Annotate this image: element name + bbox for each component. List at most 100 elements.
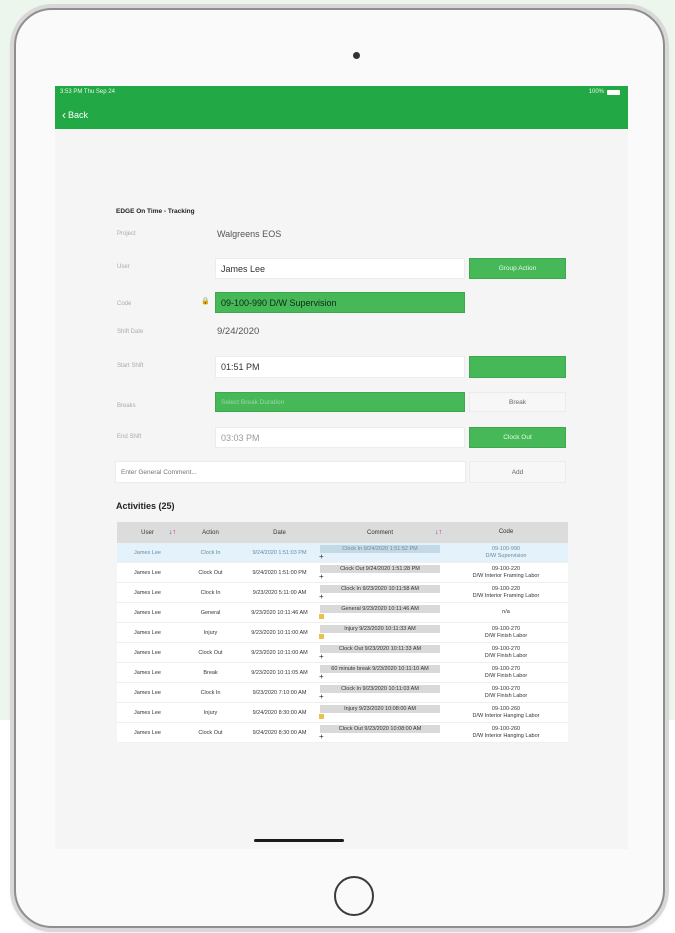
cell-code: 09-100-270 D/W Finish Labor [444,623,568,642]
cell-action: Clock In [200,549,221,556]
comment-text[interactable]: Clock In 9/23/2020 10:11:58 AM [320,585,440,593]
table-row[interactable]: James Lee Injury 9/23/2020 10:11:00 AM Inju… [117,623,568,643]
home-button[interactable] [334,876,374,916]
column-action[interactable]: Action [178,522,243,543]
cell-date: 9/23/2020 5:11:00 AM [252,589,307,596]
start-shift-field[interactable]: 01:51 PM [215,356,465,378]
code-description: D/W Finish Labor [484,672,528,679]
comment-text[interactable]: Clock In 9/23/2020 10:11:03 AM [320,685,440,693]
cell-comment: Clock In 9/24/2020 1:51:52 PM + [316,543,444,562]
cell-user: James Lee [134,569,161,576]
code-label: Code [117,301,132,307]
plus-icon[interactable]: + [319,733,324,741]
table-row[interactable]: James Lee Break 9/23/2020 10:11:05 AM 60 mi… [117,663,568,683]
plus-icon[interactable]: + [319,553,324,561]
chevron-left-icon: ‹ [62,107,66,122]
user-field[interactable]: James Lee [215,258,465,279]
general-comment-input[interactable] [115,461,466,483]
code-select[interactable]: 09-100-990 D/W Supervision [215,292,465,313]
cell-date: 9/24/2020 1:51:03 PM [252,549,307,556]
table-row[interactable]: James Lee Clock In 9/23/2020 5:11:00 AM Clo… [117,583,568,603]
cell-action: Break [203,669,218,676]
code-number: 09-100-220 [491,585,521,592]
comment-text[interactable]: Clock Out 9/24/2020 1:51:28 PM [320,565,440,573]
code-number: 09-100-270 [491,625,521,632]
activities-table: User ↓↑ Action Date Comment ↓↑ Code James … [117,522,568,743]
plus-icon[interactable]: + [319,693,324,701]
comment-text[interactable]: Injury 9/23/2020 10:11:33 AM [320,625,440,633]
cell-action: Clock Out [198,729,223,736]
comment-text[interactable]: Clock Out 9/23/2020 10:08:00 AM [320,725,440,733]
table-row[interactable]: James Lee Clock Out 9/24/2020 8:30:00 AM Cl… [117,723,568,743]
code-number: n/a [502,609,510,615]
table-row[interactable]: James Lee Clock Out 9/23/2020 10:11:00 AM C… [117,643,568,663]
table-row[interactable]: James Lee Clock Out 9/24/2020 1:51:00 PM Cl… [117,563,568,583]
plus-icon[interactable]: + [319,653,324,661]
cell-date: 9/23/2020 10:11:46 AM [251,609,308,616]
plus-icon[interactable]: + [319,573,324,581]
user-label: User [117,264,130,270]
battery-icon [607,89,620,95]
cell-date: 9/24/2020 8:30:00 AM [252,729,307,736]
code-description: D/W Interior Hanging Labor [472,732,540,739]
column-date[interactable]: Date [243,522,316,543]
plus-icon[interactable]: + [319,593,324,601]
table-row[interactable]: James Lee Clock In 9/23/2020 7:10:00 AM Clo… [117,683,568,703]
column-code[interactable]: Code [444,522,568,543]
table-row[interactable]: James Lee Clock In 9/24/2020 1:51:03 PM Clo… [117,543,568,563]
comment-text[interactable]: Injury 9/23/2020 10:08:00 AM [320,705,440,713]
cell-comment: Clock Out 9/23/2020 10:08:00 AM + [316,723,444,742]
user-value: James Lee [221,263,266,274]
end-shift-field[interactable]: 03:03 PM [215,427,465,448]
code-value: 09-100-990 D/W Supervision [221,297,337,308]
plus-icon[interactable]: + [319,673,324,681]
cell-date: 9/24/2020 1:51:00 PM [252,569,307,576]
breaks-select[interactable]: Select Break Duration [215,392,465,412]
code-number: 09-100-220 [491,565,521,572]
cell-comment: Clock In 9/23/2020 10:11:03 AM + [316,683,444,702]
start-shift-button[interactable] [469,356,566,378]
code-number: 09-100-260 [491,725,521,732]
table-row[interactable]: James Lee Injury 9/24/2020 8:30:00 AM Injur… [117,703,568,723]
cell-code: 09-100-270 D/W Finish Labor [444,663,568,682]
start-shift-label: Start Shift [117,363,144,369]
code-number: 09-100-270 [491,645,521,652]
cell-comment: Clock Out 9/24/2020 1:51:28 PM + [316,563,444,582]
cell-action: Injury [203,709,218,716]
comment-text[interactable]: Clock Out 9/23/2020 10:11:33 AM [320,645,440,653]
group-action-button[interactable]: Group Action [469,258,566,279]
table-row[interactable]: James Lee General 9/23/2020 10:11:46 AM Gen… [117,603,568,623]
code-description: D/W Interior Hanging Labor [472,712,540,719]
cell-date: 9/23/2020 7:10:00 AM [252,689,307,696]
cell-code: 09-100-270 D/W Finish Labor [444,643,568,662]
cell-user: James Lee [134,629,161,636]
comment-text[interactable]: General 9/23/2020 10:11:46 AM [320,605,440,613]
cell-user: James Lee [134,709,161,716]
front-camera [353,52,360,59]
cell-code: 09-100-260 D/W Interior Hanging Labor [444,703,568,722]
status-time: 3:53 PM Thu Sep 24 [60,89,115,95]
column-comment[interactable]: Comment ↓↑ [316,522,444,543]
table-header: User ↓↑ Action Date Comment ↓↑ Code [117,522,568,543]
shift-date-label: Shift Date [117,329,144,335]
cell-user: James Lee [134,589,161,596]
cell-action: Injury [203,629,218,636]
code-description: D/W Finish Labor [484,692,528,699]
sort-icon[interactable]: ↓↑ [435,529,442,536]
cell-date: 9/24/2020 8:30:00 AM [252,709,307,716]
column-header-label: Date [273,529,286,536]
cell-date: 9/23/2020 10:11:00 AM [251,649,308,656]
add-comment-button[interactable]: Add [469,461,566,483]
comment-text[interactable]: 60 minute break 9/23/2020 10:11:10 AM [320,665,440,673]
sort-icon[interactable]: ↓↑ [169,529,176,536]
cell-action: Clock In [200,589,221,596]
cell-user: James Lee [134,729,161,736]
back-button[interactable]: ‹ Back [62,107,88,122]
end-shift-value: 03:03 PM [221,432,260,443]
clock-out-button[interactable]: Clock Out [469,427,566,448]
comment-text[interactable]: Clock In 9/24/2020 1:51:52 PM [320,545,440,553]
cell-action: Clock In [200,689,221,696]
break-button[interactable]: Break [469,392,566,412]
column-user[interactable]: User ↓↑ [117,522,178,543]
cell-user: James Lee [134,689,161,696]
